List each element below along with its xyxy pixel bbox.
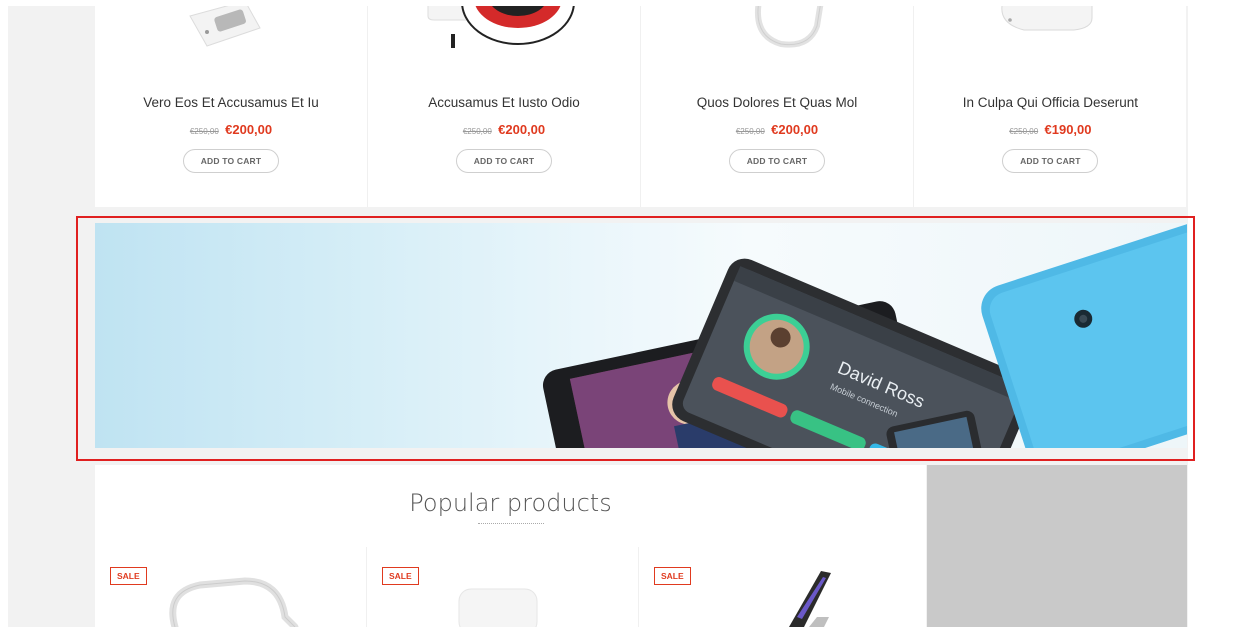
popular-products-section: Popular products SALE SALE SALE [95, 465, 926, 627]
product-name[interactable]: Accusamus Et Iusto Odio [368, 95, 640, 110]
product-image[interactable] [95, 6, 367, 76]
product-card[interactable]: Quos Dolores Et Quas Mol €250,00 €200,00… [641, 6, 914, 207]
product-image[interactable] [639, 547, 911, 627]
product-image[interactable] [641, 6, 913, 76]
old-price: €250,00 [735, 127, 765, 136]
product-card[interactable]: SALE [639, 547, 911, 627]
old-price: €250,00 [1009, 127, 1039, 136]
product-price: €250,00 €200,00 [95, 122, 367, 137]
product-price: €250,00 €200,00 [368, 122, 640, 137]
product-name[interactable]: In Culpa Qui Officia Deserunt [914, 95, 1187, 110]
sale-badge: SALE [110, 567, 147, 585]
add-to-cart-button[interactable]: ADD TO CART [456, 149, 552, 173]
product-card[interactable]: SALE [95, 547, 367, 627]
product-card[interactable]: SALE [367, 547, 639, 627]
section-title: Popular products [409, 489, 612, 517]
product-card[interactable]: In Culpa Qui Officia Deserunt €250,00 €1… [914, 6, 1187, 207]
add-to-cart-button[interactable]: ADD TO CART [729, 149, 825, 173]
tablets-banner-image: David Ross Mobile connection [542, 223, 1187, 448]
product-price: €250,00 €200,00 [641, 122, 913, 137]
sale-badge: SALE [654, 567, 691, 585]
sale-price: €200,00 [225, 122, 273, 137]
add-to-cart-button[interactable]: ADD TO CART [183, 149, 279, 173]
product-row: Vero Eos Et Accusamus Et Iu €250,00 €200… [95, 6, 1186, 207]
product-image[interactable] [368, 6, 640, 76]
product-card[interactable]: Vero Eos Et Accusamus Et Iu €250,00 €200… [95, 6, 368, 207]
product-image[interactable] [914, 6, 1187, 76]
product-card[interactable]: Accusamus Et Iusto Odio €250,00 €200,00 … [368, 6, 641, 207]
product-image[interactable] [367, 547, 639, 627]
sidebar-placeholder [927, 465, 1187, 627]
sale-price: €200,00 [498, 122, 546, 137]
product-name[interactable]: Quos Dolores Et Quas Mol [641, 95, 913, 110]
product-image[interactable] [95, 547, 367, 627]
product-price: €250,00 €190,00 [914, 122, 1187, 137]
product-name[interactable]: Vero Eos Et Accusamus Et Iu [95, 95, 367, 110]
title-divider [477, 523, 544, 524]
promo-banner[interactable]: David Ross Mobile connection [95, 223, 1187, 448]
sale-price: €200,00 [771, 122, 819, 137]
sale-price: €190,00 [1044, 122, 1092, 137]
old-price: €250,00 [462, 127, 492, 136]
sale-badge: SALE [382, 567, 419, 585]
old-price: €250,00 [189, 127, 219, 136]
add-to-cart-button[interactable]: ADD TO CART [1002, 149, 1099, 173]
